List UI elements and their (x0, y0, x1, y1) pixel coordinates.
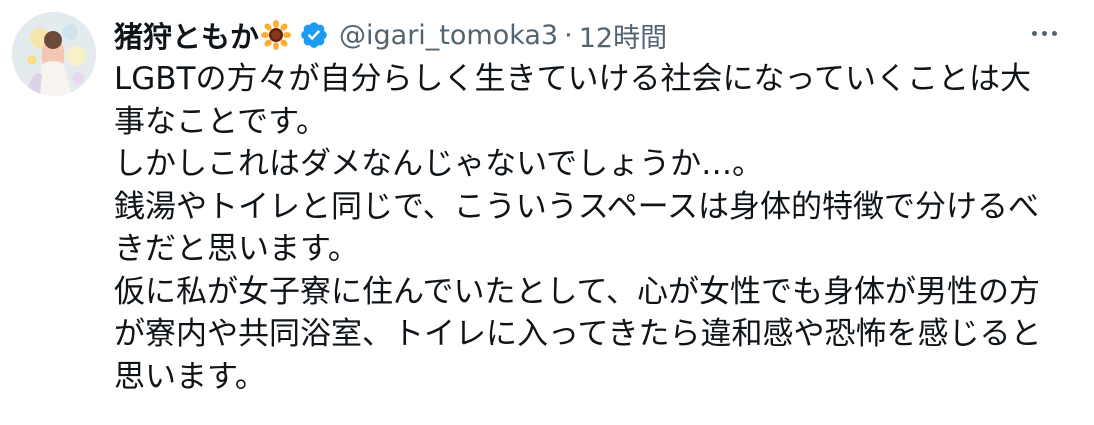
tweet-header: 猪狩ともか @igari_tomoka3 · 12時間 (114, 12, 667, 58)
more-icon[interactable] (1024, 18, 1064, 48)
display-name[interactable]: 猪狩ともか (114, 14, 259, 56)
user-handle[interactable]: @igari_tomoka3 (339, 20, 558, 51)
tweet-text-line: LGBTの方々が自分らしく生きていける社会になっていくことは大 (114, 61, 1031, 97)
tweet-text-line: きだと思います。 (114, 231, 359, 267)
more-dot (1051, 30, 1057, 36)
more-dot (1041, 30, 1047, 36)
tweet-text-line: が寮内や共同浴室、トイレに入ってきたら違和感や恐怖を感じると (114, 316, 1042, 352)
avatar[interactable] (12, 12, 96, 96)
verified-badge-icon (299, 20, 329, 50)
tweet-text-line: 思います。 (114, 358, 266, 395)
sunflower-emoji (261, 20, 292, 50)
tweet-text-line: 事なことです。 (114, 103, 327, 140)
tweet-text-line: しかしこれはダメなんじゃないでしょうか…。 (114, 146, 764, 182)
tweet-text-line: 銭湯やトイレと同じで、こういうスペースは身体的特徴で分けるべ (114, 188, 1040, 225)
tweet[interactable]: 猪狩ともか @igari_tomoka3 · 12時間 LGBTの方々が自分らし… (0, 0, 1094, 425)
separator-dot: · (564, 19, 573, 51)
tweet-timestamp[interactable]: 12時間 (579, 16, 667, 55)
tweet-text-line: 仮に私が女子寮に住んでいたとして、心が女性でも身体が男性の方 (114, 273, 1040, 310)
more-dot (1031, 30, 1037, 36)
tweet-text: LGBTの方々が自分らしく生きていける社会になっていくことは大 事なことです。 … (114, 58, 1064, 398)
